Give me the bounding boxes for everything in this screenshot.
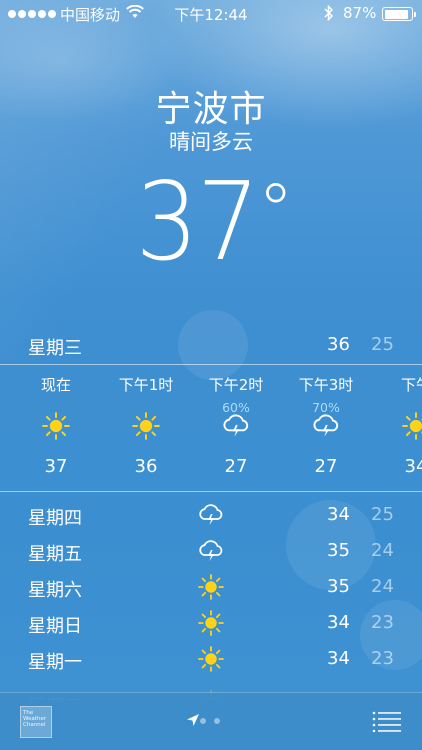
hour-temperature: 34 [404, 456, 422, 477]
today-summary: 星期三 36 25 [0, 334, 422, 362]
hourly-item: 下午2时 60% 27 [191, 366, 281, 490]
daily-row: 星期五 35 24 [0, 536, 422, 572]
day-name: 星期一 [28, 652, 82, 673]
today-low: 25 [371, 334, 394, 355]
day-name: 星期六 [28, 580, 82, 601]
day-low: 24 [371, 540, 394, 561]
location-arrow-icon [186, 712, 200, 731]
degree-symbol: ° [257, 168, 294, 252]
sun-icon [402, 412, 422, 440]
hour-label: 现在 [40, 376, 71, 394]
city-name: 宁波市 [155, 89, 267, 130]
list-icon[interactable] [372, 710, 402, 736]
current-temperature: 37° [0, 160, 422, 285]
battery-icon [382, 7, 416, 21]
battery-percent: 87% [343, 4, 377, 22]
daily-row: 星期六 35 24 [0, 572, 422, 608]
hour-label: 下午3时 [298, 376, 354, 394]
daily-row: 星期日 34 23 [0, 608, 422, 644]
sun-icon [198, 646, 224, 672]
hour-temperature: 27 [224, 456, 248, 477]
day-low: 24 [371, 576, 394, 597]
thunderstorm-icon [222, 412, 250, 440]
weather-channel-logo[interactable]: The Weather Channel [20, 706, 52, 738]
temperature-value: 37 [135, 160, 261, 285]
bluetooth-icon [324, 4, 334, 25]
hour-temperature: 37 [44, 456, 68, 477]
sun-icon [198, 610, 224, 636]
day-name: 星期日 [28, 616, 82, 637]
thunderstorm-icon [198, 538, 224, 564]
hour-temperature: 36 [134, 456, 158, 477]
hourly-item: 现在 37 [11, 366, 101, 490]
thunderstorm-icon [198, 502, 224, 528]
daily-row: 星期四 34 25 [0, 500, 422, 536]
today-day: 星期三 [28, 338, 82, 359]
hourly-item: 下午1时 36 [101, 366, 191, 490]
day-high: 35 [327, 576, 350, 597]
day-low: 23 [371, 612, 394, 633]
hour-label: 下午1时 [118, 376, 174, 394]
day-low: 23 [371, 648, 394, 669]
day-high: 35 [327, 540, 350, 561]
daily-row: 星期一 34 23 [0, 644, 422, 680]
hourly-item: 下午3时 70% 27 [281, 366, 371, 490]
page-dot[interactable] [214, 718, 220, 724]
hour-temperature: 27 [314, 456, 338, 477]
bottom-toolbar: The Weather Channel [0, 692, 422, 750]
day-name: 星期五 [28, 544, 82, 565]
day-high: 34 [327, 504, 350, 525]
hourly-forecast[interactable]: 现在 37 下午1时 36 下午2时 60% 27 下午3时 70% 27 下午… [0, 366, 422, 490]
sun-icon [132, 412, 160, 440]
today-high: 36 [327, 334, 350, 355]
status-bar: 中国移动 下午12:44 87% [0, 0, 422, 30]
sun-icon [198, 574, 224, 600]
thunderstorm-icon [312, 412, 340, 440]
divider [0, 364, 422, 365]
day-high: 34 [327, 612, 350, 633]
divider [0, 491, 422, 492]
day-low: 25 [371, 504, 394, 525]
weather-condition: 晴间多云 [169, 130, 253, 154]
sun-icon [42, 412, 70, 440]
hourly-item: 下午 34 [371, 366, 422, 490]
hour-label: 下午 [400, 376, 422, 394]
hour-label: 下午2时 [208, 376, 264, 394]
day-high: 34 [327, 648, 350, 669]
page-dot[interactable] [200, 718, 206, 724]
day-name: 星期四 [28, 508, 82, 529]
